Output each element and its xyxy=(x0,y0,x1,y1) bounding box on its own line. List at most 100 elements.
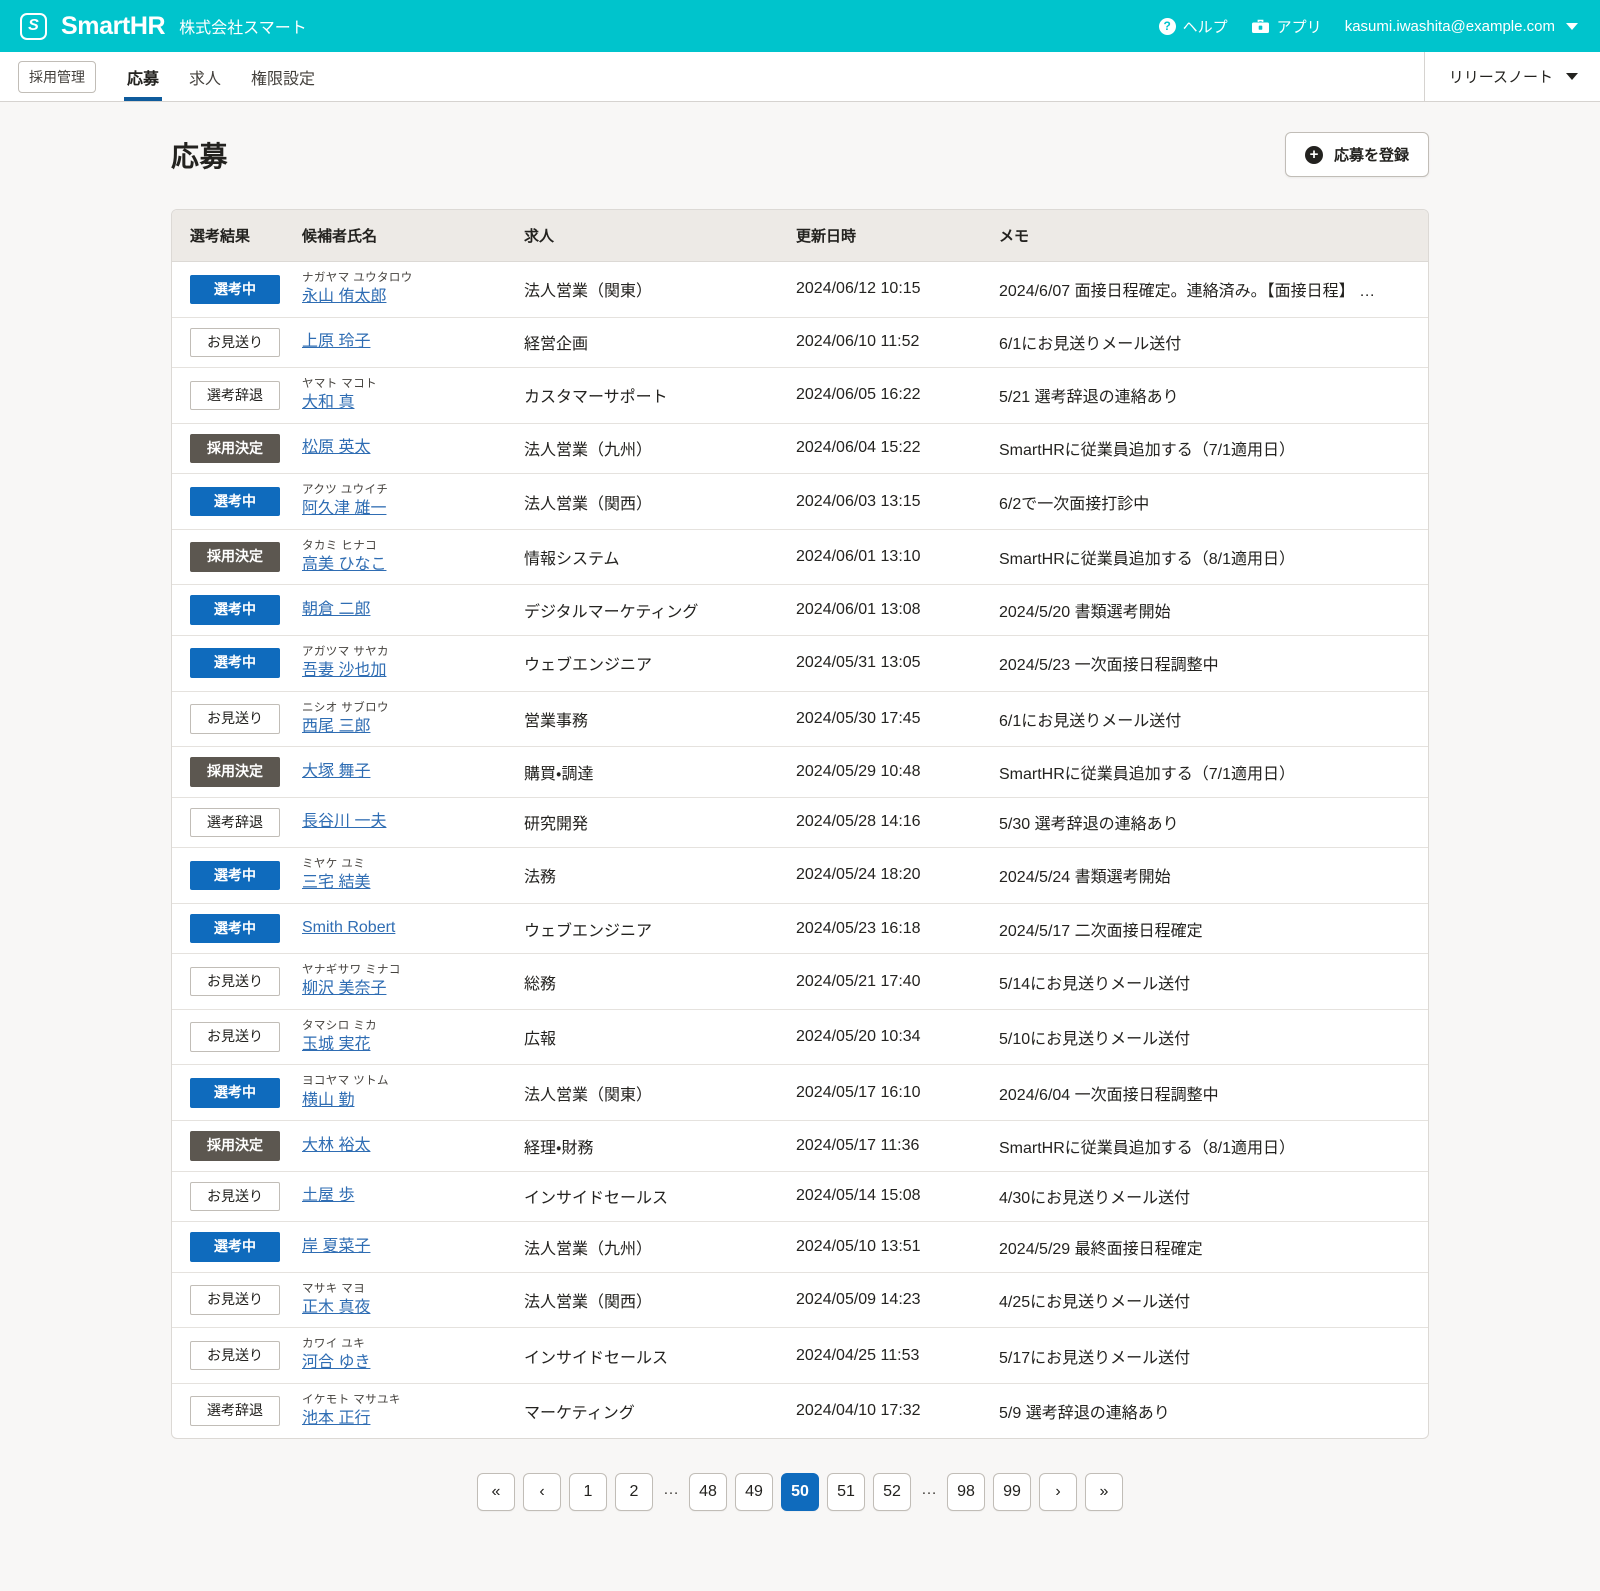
pagination-page-button[interactable]: 49 xyxy=(735,1473,773,1512)
pagination-page-button[interactable]: 99 xyxy=(993,1473,1031,1512)
cell-memo: 5/21 選考辞退の連絡あり xyxy=(999,367,1428,424)
cell-status: 選考中 xyxy=(172,1221,302,1273)
register-application-button[interactable]: + 応募を登録 xyxy=(1284,132,1429,177)
job-name: 広報 xyxy=(524,1031,557,1049)
updated-at-value: 2024/05/28 14:16 xyxy=(796,813,921,831)
cell-memo: 5/30 選考辞退の連絡あり xyxy=(999,797,1428,849)
apps-link[interactable]: アプリ xyxy=(1251,16,1322,37)
candidate-name-link[interactable]: 大塚 舞子 xyxy=(302,763,370,780)
pagination-page-button[interactable]: 48 xyxy=(689,1473,727,1512)
updated-at-value: 2024/05/17 16:10 xyxy=(796,1083,921,1101)
app-name-chip[interactable]: 採用管理 xyxy=(18,60,96,93)
candidate-name-link[interactable]: 吾妻 沙也加 xyxy=(302,662,386,679)
cell-candidate-name: アガツマ サヤカ吾妻 沙也加 xyxy=(302,635,524,692)
job-name: 法人営業（関西） xyxy=(524,1293,653,1311)
tab-permissions[interactable]: 権限設定 xyxy=(236,52,330,101)
cell-candidate-name: ナガヤマ ユウタロウ 永山 侑太郎 xyxy=(302,261,524,318)
table-row: お見送り 上原 玲子 経営企画 2024/06/10 11:52 6/1にお見送りメール… xyxy=(172,317,1428,369)
table-row: 選考中 アガツマ サヤカ 吾妻 沙也加 ウェブエンジニア 2024/05/31 13:0… xyxy=(172,635,1428,692)
candidate-name-link[interactable]: 河合 ゆき xyxy=(302,1354,370,1371)
cell-updated-at: 2024/06/04 15:22 xyxy=(796,423,999,475)
candidate-name-link[interactable]: 西尾 三郎 xyxy=(302,718,370,735)
candidate-name-link[interactable]: 三宅 結美 xyxy=(302,874,370,891)
table-row: お見送り タマシロ ミカ 玉城 実花 広報 2024/05/20 10:34 5/10にお… xyxy=(172,1009,1428,1066)
name-block: 大林 裕太 xyxy=(302,1137,524,1155)
status-badge: 選考中 xyxy=(190,1078,280,1108)
cell-memo: SmartHRに従業員追加する（8/1適用日） xyxy=(999,529,1428,586)
brand-logo[interactable]: S SmartHR xyxy=(20,11,166,41)
cell-candidate-name: ヨコヤマ ツトム 横山 勤 xyxy=(302,1064,524,1122)
cell-updated-at: 2024/05/30 17:45 xyxy=(796,691,999,748)
tab-applications[interactable]: 応募 xyxy=(112,52,174,101)
cell-job: 広報 xyxy=(524,1009,796,1066)
tab-jobs[interactable]: 求人 xyxy=(174,52,236,101)
job-name: 法人営業（関東） xyxy=(524,283,653,301)
pagination-prev-button[interactable]: ‹ xyxy=(523,1473,561,1512)
cell-status: お見送り xyxy=(172,1171,302,1223)
candidate-name-link[interactable]: 大林 裕太 xyxy=(302,1137,370,1154)
cell-updated-at: 2024/05/17 16:10 xyxy=(796,1064,999,1122)
pagination-last-button[interactable]: » xyxy=(1085,1473,1123,1512)
help-link[interactable]: ? ヘルプ xyxy=(1158,16,1228,37)
name-block: ニシオ サブロウ 西尾 三郎 xyxy=(302,702,524,737)
table-row: 選考中 アクツ ユウイチ 阿久津 雄一 法人営業（関西） 2024/06/03 13:1… xyxy=(172,473,1428,530)
memo-value: 5/30 選考辞退の連絡あり xyxy=(999,816,1179,834)
register-application-label: 応募を登録 xyxy=(1333,147,1409,164)
memo-value: SmartHRに従業員追加する（7/1適用日） xyxy=(999,442,1296,460)
pagination-page-button[interactable]: 52 xyxy=(873,1473,911,1512)
status-badge: お見送り xyxy=(190,704,280,734)
pagination-page-button[interactable]: 1 xyxy=(569,1473,607,1512)
cell-status: 選考辞退 xyxy=(172,367,302,424)
release-note-menu[interactable]: リリースノート xyxy=(1423,52,1600,101)
candidate-name-link[interactable]: 永山 侑太郎 xyxy=(302,288,386,305)
name-block: Smith Robert xyxy=(302,919,524,937)
candidate-name-link[interactable]: 大和 真 xyxy=(302,394,354,411)
name-block: 松原 英太 xyxy=(302,439,524,457)
cell-candidate-name: 松原 英太 xyxy=(302,423,524,475)
candidate-name-link[interactable]: 朝倉 二郎 xyxy=(302,601,370,618)
candidate-name-link[interactable]: 正木 真夜 xyxy=(302,1299,370,1316)
candidate-name-link[interactable]: 柳沢 美奈子 xyxy=(302,980,386,997)
pagination-page-button[interactable]: 2 xyxy=(615,1473,653,1512)
updated-at-value: 2024/05/17 11:36 xyxy=(796,1136,920,1154)
cell-memo: SmartHRに従業員追加する（7/1適用日） xyxy=(999,423,1428,475)
updated-at-value: 2024/06/12 10:15 xyxy=(796,280,921,298)
candidate-name-link[interactable]: 土屋 歩 xyxy=(302,1187,354,1204)
candidate-kana: カワイ ユキ xyxy=(302,1338,366,1351)
name-block: 土屋 歩 xyxy=(302,1187,524,1205)
status-badge: 選考中 xyxy=(190,595,280,625)
candidate-name-link[interactable]: 高美 ひなこ xyxy=(302,556,386,573)
name-block: アガツマ サヤカ吾妻 沙也加 xyxy=(302,646,524,681)
candidate-name-link[interactable]: 松原 英太 xyxy=(302,439,370,456)
pagination-page-button[interactable]: 98 xyxy=(947,1473,985,1512)
pagination-page-button[interactable]: 51 xyxy=(827,1473,865,1512)
table-row: 選考辞退 ヤマト マコト 大和 真カスタマーサポート 2024/06/05 16:22… xyxy=(172,367,1428,424)
candidate-name-link[interactable]: 池本 正行 xyxy=(302,1410,370,1427)
candidate-name-link[interactable]: 長谷川 一夫 xyxy=(302,813,386,830)
candidate-name-link[interactable]: 阿久津 雄一 xyxy=(302,500,386,517)
status-badge: 選考中 xyxy=(190,486,280,517)
pagination-next-button[interactable]: › xyxy=(1039,1473,1077,1512)
candidate-kana: タマシロ ミカ xyxy=(302,1019,377,1032)
logo-wordmark: SmartHR xyxy=(61,11,166,40)
status-badge: 採用決定 xyxy=(190,542,280,572)
candidate-name-link[interactable]: 横山 勤 xyxy=(302,1092,354,1109)
candidate-name-link[interactable]: 岸 夏菜子 xyxy=(302,1238,370,1255)
candidate-name-link[interactable]: 上原 玲子 xyxy=(302,333,370,350)
status-badge: 選考中 xyxy=(190,274,280,305)
toolbox-icon xyxy=(1251,18,1270,35)
cell-candidate-name: ヤナギサワ ミナコ 柳沢 美奈子 xyxy=(302,953,524,1010)
account-menu[interactable]: kasumi.iwashita@example.com xyxy=(1345,18,1578,35)
candidate-name-link[interactable]: 玉城 実花 xyxy=(302,1036,370,1053)
cell-updated-at: 2024/05/09 14:23 xyxy=(796,1272,999,1329)
cell-status: 選考中 xyxy=(172,635,302,692)
candidate-kana: アガツマ サヤカ xyxy=(302,645,389,658)
job-name: インサイドセールス xyxy=(524,1190,669,1208)
plus-circle-icon: + xyxy=(1304,145,1323,164)
pagination-first-button[interactable]: « xyxy=(477,1473,515,1512)
cell-job: ウェブエンジニア xyxy=(524,903,796,955)
candidate-name-link[interactable]: Smith Robert xyxy=(302,919,395,936)
pagination-page-button[interactable]: 50 xyxy=(781,1473,819,1512)
name-block: 岸 夏菜子 xyxy=(302,1238,524,1256)
cell-job: 経営企画 xyxy=(524,317,796,369)
